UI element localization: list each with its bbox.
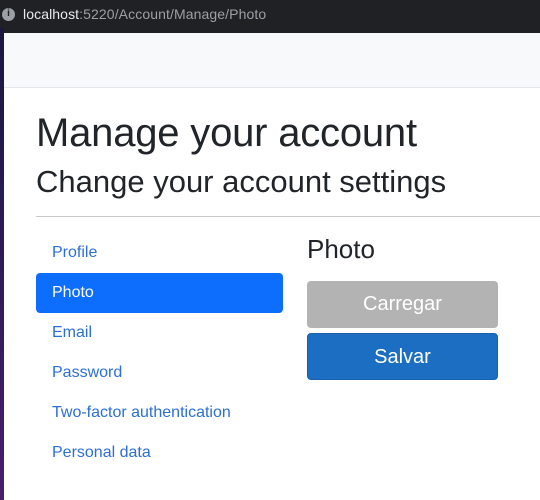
page-title: Manage your account	[36, 111, 417, 155]
sidebar-item-password[interactable]: Password	[36, 353, 283, 393]
sidebar-item-personal-data[interactable]: Personal data	[36, 433, 283, 473]
browser-address-bar[interactable]: i localhost:5220/Account/Manage/Photo	[0, 0, 540, 28]
page-subtitle: Change your account settings	[36, 164, 447, 199]
upload-button[interactable]: Carregar	[307, 281, 498, 328]
sidebar-item-email[interactable]: Email	[36, 313, 283, 353]
divider	[36, 216, 540, 217]
sidebar-item-photo[interactable]: Photo	[36, 273, 283, 313]
page: Manage your account Change your account …	[4, 33, 540, 500]
save-button[interactable]: Salvar	[307, 333, 498, 380]
info-icon[interactable]: i	[2, 7, 15, 21]
section-heading: Photo	[307, 234, 375, 264]
url-path: :5220/Account/Manage/Photo	[79, 6, 267, 22]
top-navbar	[4, 33, 540, 88]
sidebar-item-two-factor[interactable]: Two-factor authentication	[36, 393, 283, 433]
sidebar-item-profile[interactable]: Profile	[36, 233, 283, 273]
url-host: localhost	[23, 6, 80, 22]
photo-panel: Photo Carregar Salvar	[307, 233, 498, 380]
account-sidebar: Profile Photo Email Password Two-factor …	[36, 233, 283, 473]
address-url[interactable]: localhost:5220/Account/Manage/Photo	[23, 6, 266, 22]
